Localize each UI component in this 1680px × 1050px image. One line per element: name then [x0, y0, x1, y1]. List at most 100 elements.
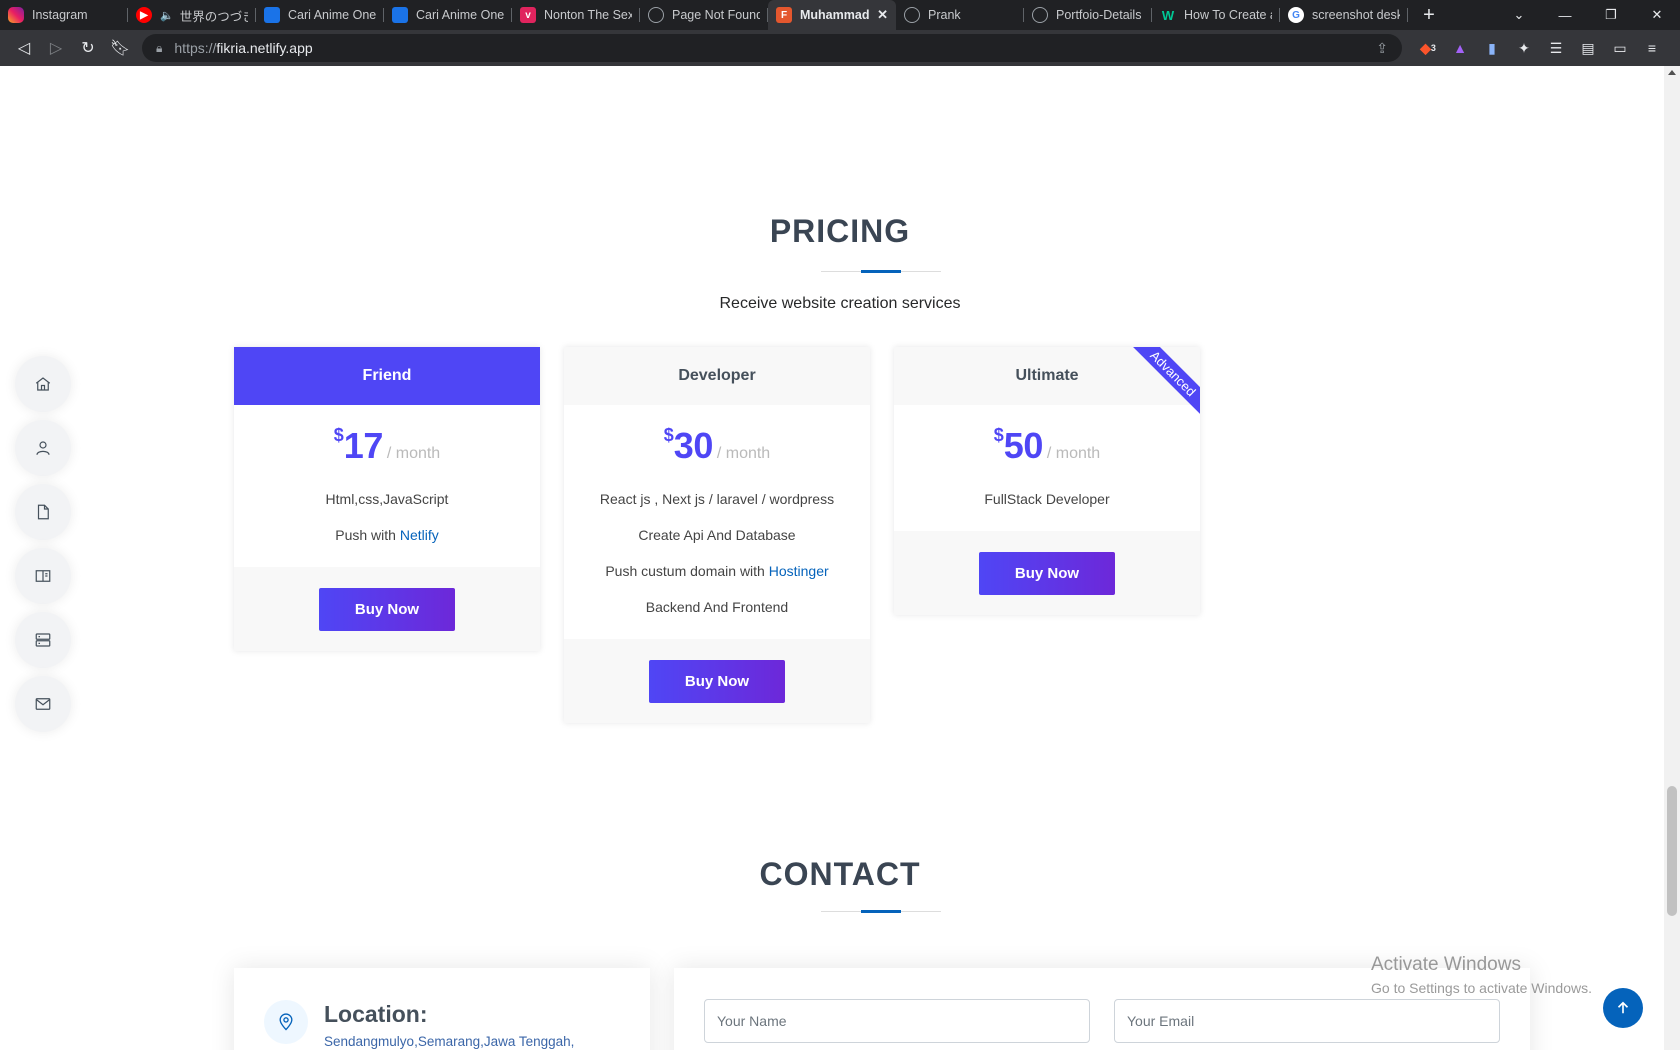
feature-list: React js , Next js / laravel / wordpress… — [564, 481, 870, 639]
tab-title: Page Not Found — [672, 8, 760, 22]
scrollbar-thumb[interactable] — [1667, 786, 1677, 916]
nav-about[interactable] — [15, 420, 71, 476]
buy-now-button[interactable]: Buy Now — [979, 551, 1115, 595]
tab-title: Cari Anime One F — [416, 8, 504, 22]
tab-title: Nonton The Sexy — [544, 8, 632, 22]
page-scrollbar[interactable] — [1664, 66, 1680, 1050]
close-window-button[interactable]: ✕ — [1634, 0, 1680, 30]
url-prefix: https:// — [174, 40, 217, 56]
instagram-icon — [8, 7, 24, 23]
email-input[interactable] — [1114, 999, 1500, 1043]
brave-rewards-icon[interactable]: ▲ — [1444, 32, 1476, 64]
title-divider — [821, 910, 941, 913]
name-input[interactable] — [704, 999, 1090, 1043]
tab-title: Prank — [928, 8, 961, 22]
tab-search-chevron-icon[interactable]: ⌄ — [1496, 0, 1542, 30]
nav-services[interactable] — [15, 612, 71, 668]
feature-item: Push custum domain with Hostinger — [564, 553, 870, 589]
feature-link-prefix: Push custum domain with — [605, 563, 769, 579]
nav-resume[interactable] — [15, 484, 71, 540]
share-icon[interactable]: ⇪ — [1376, 40, 1388, 57]
side-navigation — [15, 356, 71, 732]
home-icon — [35, 377, 51, 391]
new-tab-button[interactable]: + — [1414, 0, 1444, 30]
globe-icon — [904, 7, 920, 23]
tab-title: Portfoio-Details — [1056, 8, 1142, 22]
lock-icon[interactable]: 🔒︎ — [156, 41, 162, 56]
tab-youtube[interactable]: ▶ 🔈 世界のつづき - — [128, 0, 256, 30]
feature-item: FullStack Developer — [984, 491, 1110, 507]
feature-item: Backend And Frontend — [645, 599, 789, 615]
location-pin-icon — [264, 1000, 308, 1044]
back-button[interactable]: ◁ — [8, 32, 40, 64]
url-bar[interactable]: 🔒︎ https:// fikria.netlify.app ⇪ — [142, 34, 1402, 62]
plan-price: $17/ month — [234, 405, 540, 481]
globe-icon — [648, 7, 664, 23]
sidebar-toggle-icon[interactable]: ▤ — [1572, 32, 1604, 64]
plan-price: $50/ month — [894, 405, 1200, 481]
feature-item: Push with Netlify — [234, 517, 540, 553]
button-area: Buy Now — [564, 639, 870, 723]
nav-contact[interactable] — [15, 676, 71, 732]
tab-how-to-create[interactable]: W How To Create a — [1152, 0, 1280, 30]
tab-anime-2[interactable]: Cari Anime One F — [384, 0, 512, 30]
plan-name: Developer — [564, 347, 870, 405]
playlist-icon[interactable]: ☰ — [1540, 32, 1572, 64]
restore-button[interactable]: ❐ — [1588, 0, 1634, 30]
tab-page-not-found[interactable]: Page Not Found — [640, 0, 768, 30]
button-area: Buy Now — [234, 567, 540, 651]
tab-screenshot-google[interactable]: G screenshot deskt — [1280, 0, 1408, 30]
scroll-up-arrow-icon[interactable] — [1668, 70, 1676, 75]
wallet-icon[interactable]: ▭ — [1604, 32, 1636, 64]
docs-extension-icon[interactable]: ▮ — [1476, 32, 1508, 64]
button-area: Buy Now — [894, 531, 1200, 615]
tab-anime-1[interactable]: Cari Anime One F — [256, 0, 384, 30]
minimize-button[interactable]: — — [1542, 0, 1588, 30]
nav-portfolio[interactable] — [15, 548, 71, 604]
price-amount: 17 — [343, 425, 384, 466]
plan-price: $30/ month — [564, 405, 870, 481]
tab-muhammad-active[interactable]: F Muhammad Fi ✕ — [768, 0, 896, 30]
pricing-card-developer: Developer $30/ month React js , Next js … — [564, 347, 870, 723]
netlify-link[interactable]: Netlify — [400, 527, 439, 543]
price-period: / month — [1046, 445, 1101, 462]
mail-icon — [35, 698, 51, 710]
feature-item: Create Api And Database — [638, 527, 796, 543]
person-icon — [36, 441, 50, 455]
tab-nonton[interactable]: v Nonton The Sexy — [512, 0, 640, 30]
buy-now-button[interactable]: Buy Now — [319, 587, 455, 631]
back-to-top-button[interactable] — [1603, 988, 1643, 1028]
title-divider — [821, 270, 941, 273]
buy-now-button[interactable]: Buy Now — [649, 659, 785, 703]
fikri-icon: F — [776, 7, 792, 23]
contact-title: CONTACT — [759, 856, 921, 892]
menu-icon[interactable]: ≡ — [1636, 32, 1668, 64]
feature-list: Html,css,JavaScript Push with Netlify — [234, 481, 540, 567]
browser-tab-bar: Instagram ▶ 🔈 世界のつづき - Cari Anime One F … — [0, 0, 1680, 30]
audio-icon[interactable]: 🔈 — [160, 9, 174, 22]
feature-item: Html,css,JavaScript — [325, 491, 449, 507]
tab-title: Cari Anime One F — [288, 8, 376, 22]
url-host: fikria.netlify.app — [216, 40, 313, 56]
pricing-card-ultimate: Ultimate Advanced $50/ month FullStack D… — [894, 347, 1200, 615]
close-icon[interactable]: ✕ — [877, 7, 888, 23]
bookmark-icon[interactable]: 🔖︎ — [104, 32, 136, 64]
tab-prank[interactable]: Prank — [896, 0, 1024, 30]
price-amount: 30 — [673, 425, 714, 466]
currency-symbol: $ — [333, 425, 344, 445]
puzzle-extensions-icon[interactable]: ✦ — [1508, 32, 1540, 64]
hostinger-link[interactable]: Hostinger — [769, 563, 829, 579]
nonton-icon: v — [520, 7, 536, 23]
tab-title: 世界のつづき - — [179, 9, 248, 24]
tab-portfolio-details[interactable]: Portfoio-Details — [1024, 0, 1152, 30]
browser-toolbar: ◁ ▷ ↻ 🔖︎ 🔒︎ https:// fikria.netlify.app … — [0, 30, 1680, 66]
forward-button[interactable]: ▷ — [40, 32, 72, 64]
tab-instagram[interactable]: Instagram — [0, 0, 128, 30]
nav-home[interactable] — [15, 356, 71, 412]
feature-list: FullStack Developer — [894, 481, 1200, 531]
arrow-up-icon — [1617, 1001, 1629, 1014]
brave-shields-icon[interactable]: ◆ 3 — [1412, 32, 1444, 64]
price-period: / month — [386, 445, 441, 462]
file-icon — [37, 504, 49, 520]
reload-button[interactable]: ↻ — [72, 32, 104, 64]
